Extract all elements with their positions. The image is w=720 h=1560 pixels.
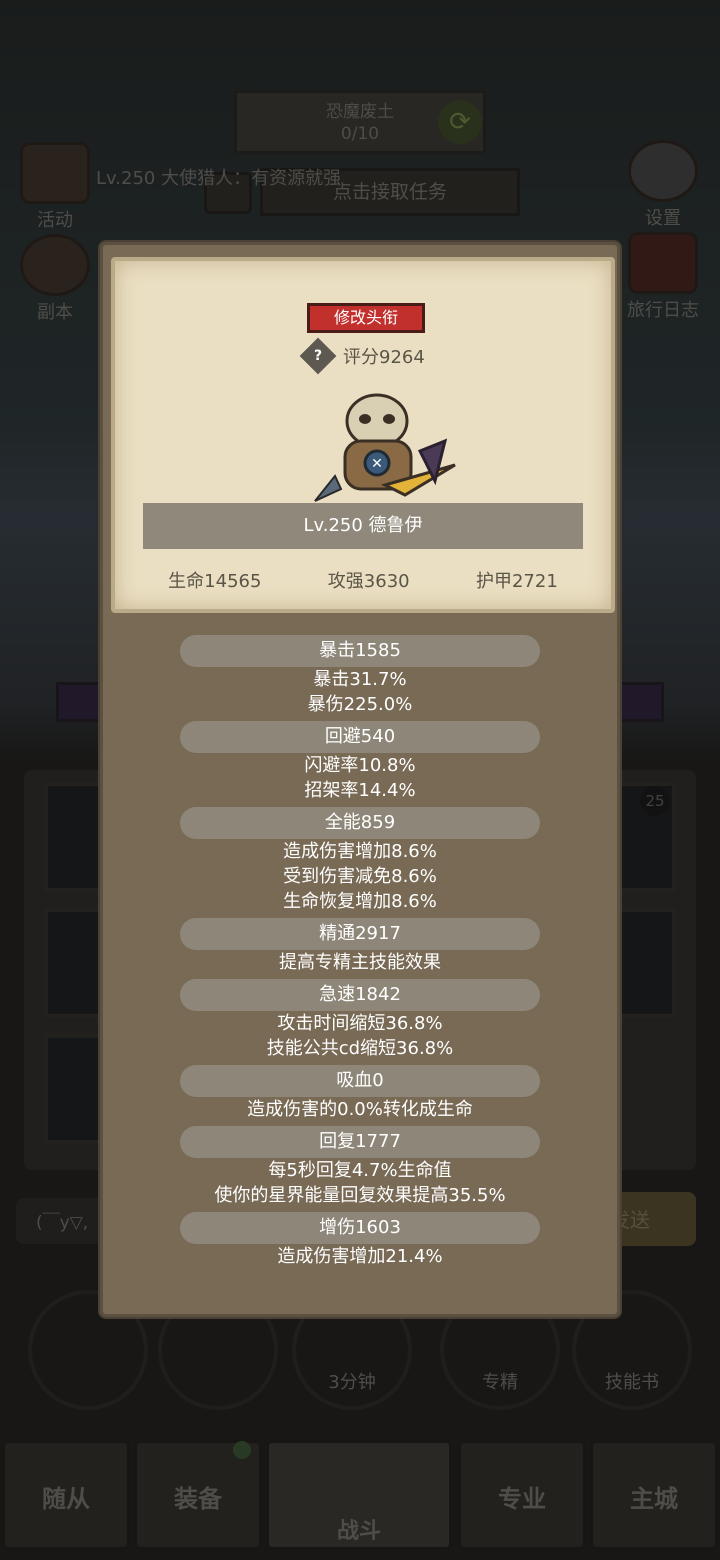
stat-header-avoidance: 回避540 [180,721,540,753]
stat-line: 受到伤害减免8.6% [283,866,437,887]
stat-line: 技能公共cd缩短36.8% [266,1038,454,1059]
stat-line: 生命恢复增加8.6% [283,891,437,912]
stat-header-mastery: 精通2917 [180,918,540,950]
stat-line: 造成伤害的0.0%转化成生命 [247,1099,473,1120]
stat-list: 暴击1585 暴击31.7% 暴伤225.0% 回避540 闪避率10.8% 招… [103,631,617,1269]
character-card: 修改头衔 ? 评分9264 ✕ Lv.250 德鲁伊 生命14565 攻强363… [111,257,615,613]
stat-line: 暴击31.7% [313,669,407,690]
stat-line: 造成伤害增加8.6% [283,841,437,862]
character-stats-popup: 修改头衔 ? 评分9264 ✕ Lv.250 德鲁伊 生命14565 攻强363… [100,242,620,1317]
stat-line: 提高专精主技能效果 [279,952,441,973]
character-name: Lv.250 德鲁伊 [143,503,583,549]
stat-line: 使你的星界能量回复效果提高35.5% [214,1185,506,1206]
stat-header-lifesteal: 吸血0 [180,1065,540,1097]
help-icon[interactable]: ? [299,337,337,375]
stat-header-crit: 暴击1585 [180,635,540,667]
score-value: 评分9264 [343,347,425,368]
stat-line: 攻击时间缩短36.8% [277,1013,443,1034]
change-title-button[interactable]: 修改头衔 [307,303,425,333]
stat-header-haste: 急速1842 [180,979,540,1011]
stat-line: 暴伤225.0% [307,694,413,715]
stat-header-regen: 回复1777 [180,1126,540,1158]
armor-stat: 护甲2721 [475,571,558,592]
stat-line: 闪避率10.8% [304,755,416,776]
stat-header-versatility: 全能859 [180,807,540,839]
druid-avatar: ✕ [314,393,456,502]
svg-text:✕: ✕ [371,456,383,472]
attack-power-stat: 攻强3630 [327,571,410,592]
stat-line: 造成伤害增加21.4% [277,1246,443,1267]
hp-stat: 生命14565 [168,571,262,592]
stat-header-damage-bonus: 增伤1603 [180,1212,540,1244]
stat-line: 招架率14.4% [304,780,416,801]
stat-line: 每5秒回复4.7%生命值 [268,1160,452,1181]
base-stats: 生命14565 攻强3630 护甲2721 [115,567,611,593]
